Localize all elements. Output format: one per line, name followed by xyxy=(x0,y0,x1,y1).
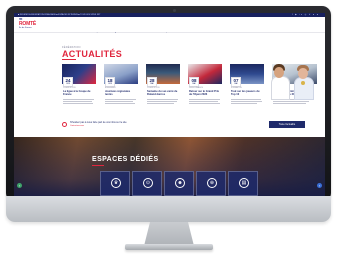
spaces-underline xyxy=(92,165,104,166)
website-screen: ■ REVENIR À FEDERATION FRANCAISE ■ ESPAC… xyxy=(14,13,325,196)
excerpt-line xyxy=(105,103,135,104)
excerpt-line xyxy=(189,103,220,104)
space-tile[interactable]: ♛ xyxy=(100,171,130,196)
excerpt-line xyxy=(273,103,306,104)
news-section: FÉDÉRATION ACTUALITÉS 24 JUIN COMPÉTITIO… xyxy=(14,33,325,137)
date-badge: 28 MAI xyxy=(147,77,157,87)
news-card[interactable]: 24 JUIN COMPÉTITION La ligue à la Coupe … xyxy=(62,64,96,120)
spaces-title: ESPACES DÉDIÉS xyxy=(92,156,159,163)
news-card[interactable]: 07 MAI FORMATION Tout sur les joueurs du… xyxy=(230,64,264,120)
excerpt-line xyxy=(147,103,174,104)
excerpt-line xyxy=(63,103,93,104)
athlete-head xyxy=(298,68,308,79)
location-pin-icon xyxy=(62,122,67,127)
excerpt-line xyxy=(189,99,220,100)
document-icon: ▤ xyxy=(239,178,249,188)
date-badge: 18 JUIN xyxy=(105,77,115,87)
tennis-ball-icon: ⊕ xyxy=(207,178,217,188)
excerpt-line xyxy=(231,101,262,102)
excerpt-line xyxy=(147,101,177,102)
logo-line-3: Ile de France xyxy=(19,27,32,29)
space-tile[interactable]: ☻ xyxy=(164,171,194,196)
space-tile[interactable]: ⊙ xyxy=(132,171,162,196)
news-card[interactable]: 18 JUIN ENSEIGNER Journées régionales te… xyxy=(104,64,138,120)
location-icon: ⊙ xyxy=(143,178,153,188)
medal-icon xyxy=(301,81,305,85)
excerpt-line xyxy=(63,101,92,102)
date-month: JUIN xyxy=(66,83,70,85)
excerpt-line xyxy=(231,99,261,100)
dedicated-spaces-section: ESPACES DÉDIÉS ♛ ⊙ ☻ ⊕ ▤ ‹ › xyxy=(14,137,325,196)
excerpt-line xyxy=(63,99,94,100)
news-title: Retour sur le Grand Prix de l'Open 2023 xyxy=(189,90,219,96)
news-title: La ligue à la Coupe de France xyxy=(63,90,91,96)
date-month: MAI xyxy=(234,83,238,85)
news-footer: N'hésitez pas à nous faire part de vos i… xyxy=(62,120,305,130)
excerpt-line xyxy=(147,99,178,100)
news-card[interactable]: 28 MAI COMPÉTITION Semaine du sur-carré … xyxy=(146,64,180,120)
news-title: Semaine du sur-carré de Roland-Garros xyxy=(147,90,178,96)
date-badge: 07 MAI xyxy=(231,77,241,87)
carousel-next-button[interactable]: › xyxy=(317,183,322,188)
all-news-button[interactable]: Toute l'actualité xyxy=(269,121,305,128)
athlete-head xyxy=(274,67,284,78)
excerpt-line xyxy=(189,101,218,102)
group-icon: ☻ xyxy=(175,178,185,188)
excerpt-line xyxy=(105,99,136,100)
date-badge: 24 JUIN xyxy=(63,77,73,87)
news-category: FORMATION xyxy=(231,87,242,89)
screen-holder: ■ REVENIR À FEDERATION FRANCAISE ■ ESPAC… xyxy=(6,6,331,202)
news-category: COMPÉTITION xyxy=(147,87,160,89)
date-month: JUIN xyxy=(108,83,112,85)
news-category: ENSEIGNER xyxy=(105,87,116,89)
title-underline xyxy=(62,59,76,60)
athletes-photo xyxy=(271,64,317,100)
excerpt-line xyxy=(231,103,257,104)
space-tile[interactable]: ▤ xyxy=(228,171,258,196)
contact-link[interactable]: Contactez-nous xyxy=(70,125,84,127)
monitor-base xyxy=(125,244,213,250)
section-title: ACTUALITÉS xyxy=(62,49,122,59)
news-category: PERFORMANCE xyxy=(189,87,203,89)
site-logo[interactable]: ffft ROMTÉ Ile de France xyxy=(19,18,37,31)
news-title: Journées régionales tennis xyxy=(105,90,131,96)
date-month: MAI xyxy=(150,83,154,85)
excerpt-line xyxy=(273,101,309,102)
excerpt-line xyxy=(105,101,133,102)
trophy-icon: ♛ xyxy=(111,178,121,188)
monitor-stand xyxy=(144,222,194,246)
news-footer-text: N'hésitez pas à nous faire part de vos i… xyxy=(70,121,127,124)
date-month: MAI xyxy=(192,83,196,85)
space-tile[interactable]: ⊕ xyxy=(196,171,226,196)
news-card[interactable]: 08 MAI PERFORMANCE Retour sur le Grand P… xyxy=(188,64,222,120)
news-title: Tout sur les joueurs du Top 10 xyxy=(231,90,260,96)
carousel-prev-button[interactable]: ‹ xyxy=(17,183,22,188)
athlete-body xyxy=(271,76,290,100)
news-category: COMPÉTITION xyxy=(63,87,76,89)
date-badge: 08 MAI xyxy=(189,77,199,87)
site-header: ffft ROMTÉ Ile de France JOUER ENSEIGNER… xyxy=(14,17,325,36)
